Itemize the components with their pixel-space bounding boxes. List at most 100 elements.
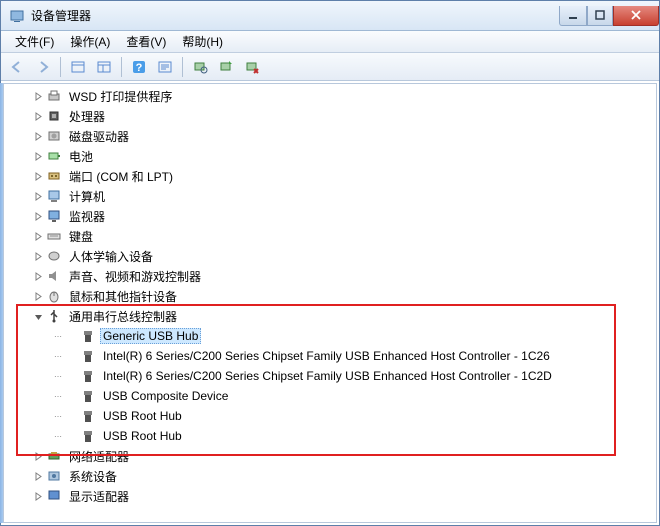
tree-item-label[interactable]: WSD 打印提供程序 [66, 87, 175, 106]
expand-icon[interactable] [32, 490, 44, 502]
tree-row[interactable]: 处理器 [4, 106, 656, 126]
menu-file[interactable]: 文件(F) [7, 31, 62, 52]
tree-item-label[interactable]: Generic USB Hub [100, 328, 201, 344]
port-icon [46, 168, 62, 184]
tree-row[interactable]: ⋯USB Root Hub [4, 406, 656, 426]
tree-item-label[interactable]: 网络适配器 [66, 447, 132, 466]
tree-item-label[interactable]: 系统设备 [66, 467, 120, 486]
tree-row[interactable]: 端口 (COM 和 LPT) [4, 166, 656, 186]
toolbar-separator [60, 57, 61, 77]
expand-icon[interactable] [32, 170, 44, 182]
forward-button [31, 56, 55, 78]
expand-icon[interactable] [32, 210, 44, 222]
tree-item-label[interactable]: 通用串行总线控制器 [66, 307, 180, 326]
system-icon [46, 468, 62, 484]
device-tree[interactable]: WSD 打印提供程序处理器磁盘驱动器电池端口 (COM 和 LPT)计算机监视器… [4, 84, 656, 522]
expand-icon[interactable] [32, 190, 44, 202]
disk-icon [46, 128, 62, 144]
expand-icon[interactable] [32, 90, 44, 102]
monitor-icon [46, 208, 62, 224]
hid-icon [46, 248, 62, 264]
usb-icon [80, 408, 96, 424]
expand-icon[interactable] [32, 270, 44, 282]
tree-row[interactable]: WSD 打印提供程序 [4, 86, 656, 106]
tree-row[interactable]: 计算机 [4, 186, 656, 206]
app-icon [9, 8, 25, 24]
toolbar-update-button[interactable] [214, 56, 238, 78]
usb-icon [80, 388, 96, 404]
toolbar-view-button[interactable] [66, 56, 90, 78]
tree-connector: ⋯ [54, 372, 63, 381]
tree-item-label[interactable]: 鼠标和其他指针设备 [66, 287, 180, 306]
chip-icon [46, 108, 62, 124]
tree-item-label[interactable]: USB Composite Device [100, 388, 231, 404]
computer-icon [46, 188, 62, 204]
usb-icon [80, 328, 96, 344]
menu-help[interactable]: 帮助(H) [174, 31, 231, 52]
toolbar-properties-button[interactable] [153, 56, 177, 78]
expand-icon[interactable] [32, 150, 44, 162]
menu-view[interactable]: 查看(V) [118, 31, 174, 52]
tree-row[interactable]: 网络适配器 [4, 446, 656, 466]
usb-ctrl-icon [46, 308, 62, 324]
printer-icon [46, 88, 62, 104]
tree-item-label[interactable]: 计算机 [66, 187, 108, 206]
toolbar-detail-button[interactable] [92, 56, 116, 78]
menu-bar: 文件(F) 操作(A) 查看(V) 帮助(H) [1, 31, 659, 53]
tree-item-label[interactable]: USB Root Hub [100, 408, 185, 424]
tree-item-label[interactable]: 磁盘驱动器 [66, 127, 132, 146]
tree-row[interactable]: 声音、视频和游戏控制器 [4, 266, 656, 286]
close-button[interactable] [613, 6, 659, 26]
tree-item-label[interactable]: 显示适配器 [66, 487, 132, 506]
tree-item-label[interactable]: Intel(R) 6 Series/C200 Series Chipset Fa… [100, 368, 555, 384]
tree-row[interactable]: 人体学输入设备 [4, 246, 656, 266]
tree-row[interactable]: 磁盘驱动器 [4, 126, 656, 146]
toolbar-uninstall-button[interactable] [240, 56, 264, 78]
expand-icon[interactable] [32, 230, 44, 242]
tree-row[interactable]: 鼠标和其他指针设备 [4, 286, 656, 306]
tree-row[interactable]: 显示适配器 [4, 486, 656, 506]
collapse-icon[interactable] [32, 310, 44, 322]
back-button [5, 56, 29, 78]
tree-row[interactable]: ⋯ USB Root Hub [4, 426, 656, 446]
window-title: 设备管理器 [31, 7, 559, 24]
tree-connector: ⋯ [54, 432, 63, 441]
content-pane: WSD 打印提供程序处理器磁盘驱动器电池端口 (COM 和 LPT)计算机监视器… [3, 83, 657, 523]
toolbar-scan-button[interactable] [188, 56, 212, 78]
tree-connector: ⋯ [54, 352, 63, 361]
tree-item-label[interactable]: 端口 (COM 和 LPT) [66, 167, 176, 186]
expand-icon[interactable] [32, 470, 44, 482]
tree-item-label[interactable]: Intel(R) 6 Series/C200 Series Chipset Fa… [100, 348, 553, 364]
tree-item-label[interactable]: 电池 [66, 147, 96, 166]
toolbar-help-button[interactable]: ? [127, 56, 151, 78]
tree-row[interactable]: 监视器 [4, 206, 656, 226]
sound-icon [46, 268, 62, 284]
tree-row[interactable]: 通用串行总线控制器 [4, 306, 656, 326]
expand-icon[interactable] [32, 110, 44, 122]
tree-row[interactable]: ⋯ Intel(R) 6 Series/C200 Series Chipset F… [4, 346, 656, 366]
expand-icon[interactable] [32, 450, 44, 462]
tree-item-label[interactable]: 处理器 [66, 107, 108, 126]
tree-item-label[interactable]: 人体学输入设备 [66, 247, 156, 266]
usb-icon [80, 368, 96, 384]
tree-item-label[interactable]: 声音、视频和游戏控制器 [66, 267, 204, 286]
menu-action[interactable]: 操作(A) [62, 31, 118, 52]
maximize-button[interactable] [587, 6, 613, 26]
tree-row[interactable]: 键盘 [4, 226, 656, 246]
tree-row[interactable]: ⋯ Generic USB Hub [4, 326, 656, 346]
expand-icon[interactable] [32, 290, 44, 302]
expand-icon[interactable] [32, 130, 44, 142]
tree-item-label[interactable]: 监视器 [66, 207, 108, 226]
toolbar-separator [182, 57, 183, 77]
tree-row[interactable]: 系统设备 [4, 466, 656, 486]
tree-row[interactable]: ⋯ Intel(R) 6 Series/C200 Series Chipset F… [4, 366, 656, 386]
tree-row[interactable]: 电池 [4, 146, 656, 166]
tree-row[interactable]: ⋯USB Composite Device [4, 386, 656, 406]
network-icon [46, 448, 62, 464]
tree-item-label[interactable]: 键盘 [66, 227, 96, 246]
minimize-button[interactable] [559, 6, 587, 26]
expand-icon[interactable] [32, 250, 44, 262]
tree-connector: ⋯ [54, 332, 63, 341]
tree-item-label[interactable]: USB Root Hub [100, 428, 185, 444]
mouse-icon [46, 288, 62, 304]
